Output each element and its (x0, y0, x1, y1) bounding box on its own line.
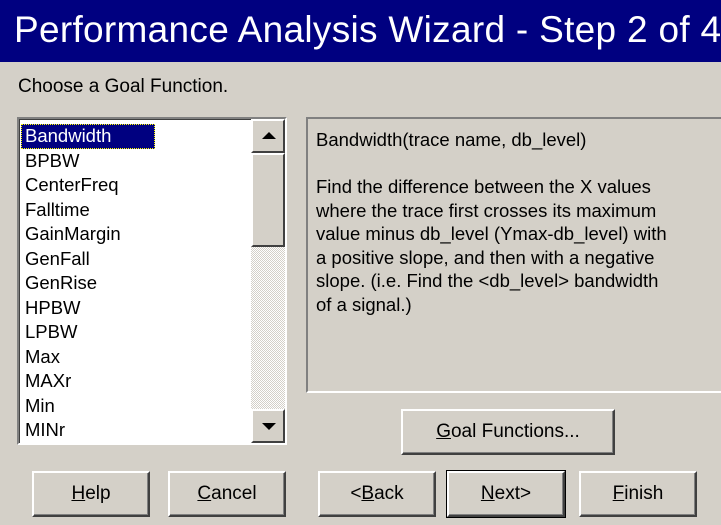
list-scrollbar[interactable] (251, 119, 285, 443)
goal-function-description: Bandwidth(trace name, db_level) Find the… (306, 117, 721, 393)
goal-function-item[interactable]: Min (21, 394, 248, 419)
finish-button[interactable]: Finish (579, 471, 697, 517)
goal-function-item[interactable]: MINr (21, 418, 248, 443)
wizard-title: Performance Analysis Wizard - Step 2 of … (14, 9, 721, 50)
goal-function-item[interactable]: Falltime (21, 198, 248, 223)
mnemonic: H (71, 483, 86, 504)
back-button[interactable]: <Back (318, 471, 436, 517)
goal-function-item[interactable]: CenterFreq (21, 173, 248, 198)
triangle-down-icon (262, 423, 276, 430)
mnemonic: B (361, 483, 375, 504)
goal-function-item[interactable]: LPBW (21, 320, 248, 345)
triangle-up-icon (262, 132, 276, 139)
function-signature: Bandwidth(trace name, db_level) (316, 129, 587, 150)
goal-function-list[interactable]: Bandwidth BPBW CenterFreq Falltime GainMargi… (17, 117, 287, 445)
mnemonic: G (436, 421, 451, 442)
scroll-down-button[interactable] (251, 409, 285, 443)
goal-function-item[interactable]: HPBW (21, 296, 248, 321)
goal-function-item[interactable]: GenRise (21, 271, 248, 296)
goal-functions-button[interactable]: Goal Functions... (401, 409, 615, 455)
label: inish (624, 483, 664, 504)
mnemonic: N (480, 483, 495, 504)
mnemonic: C (197, 483, 212, 504)
choose-goal-prompt: Choose a Goal Function. (18, 76, 229, 97)
goal-function-item[interactable]: MAXr (21, 369, 248, 394)
label: ext> (494, 483, 532, 504)
wizard-title-bar: Performance Analysis Wizard - Step 2 of … (0, 0, 721, 62)
goal-function-item[interactable]: GainMargin (21, 222, 248, 247)
goal-function-items: Bandwidth BPBW CenterFreq Falltime GainMargi… (21, 124, 248, 443)
goal-function-item[interactable]: Bandwidth (21, 124, 155, 149)
label: oal Functions... (450, 421, 580, 442)
function-description-text: Find the difference between the X values… (316, 176, 667, 315)
goal-function-item[interactable]: BPBW (21, 149, 248, 174)
next-button[interactable]: Next> (446, 470, 566, 518)
cancel-button[interactable]: Cancel (168, 471, 286, 517)
goal-function-item[interactable]: Max (21, 345, 248, 370)
label: elp (85, 483, 111, 504)
label: ancel (211, 483, 257, 504)
goal-function-item[interactable]: GenFall (21, 247, 248, 272)
scroll-up-button[interactable] (251, 119, 285, 153)
scroll-thumb[interactable] (251, 153, 285, 247)
prefix: < (350, 483, 362, 504)
mnemonic: F (612, 483, 625, 504)
label: ack (374, 483, 404, 504)
help-button[interactable]: Help (32, 471, 150, 517)
